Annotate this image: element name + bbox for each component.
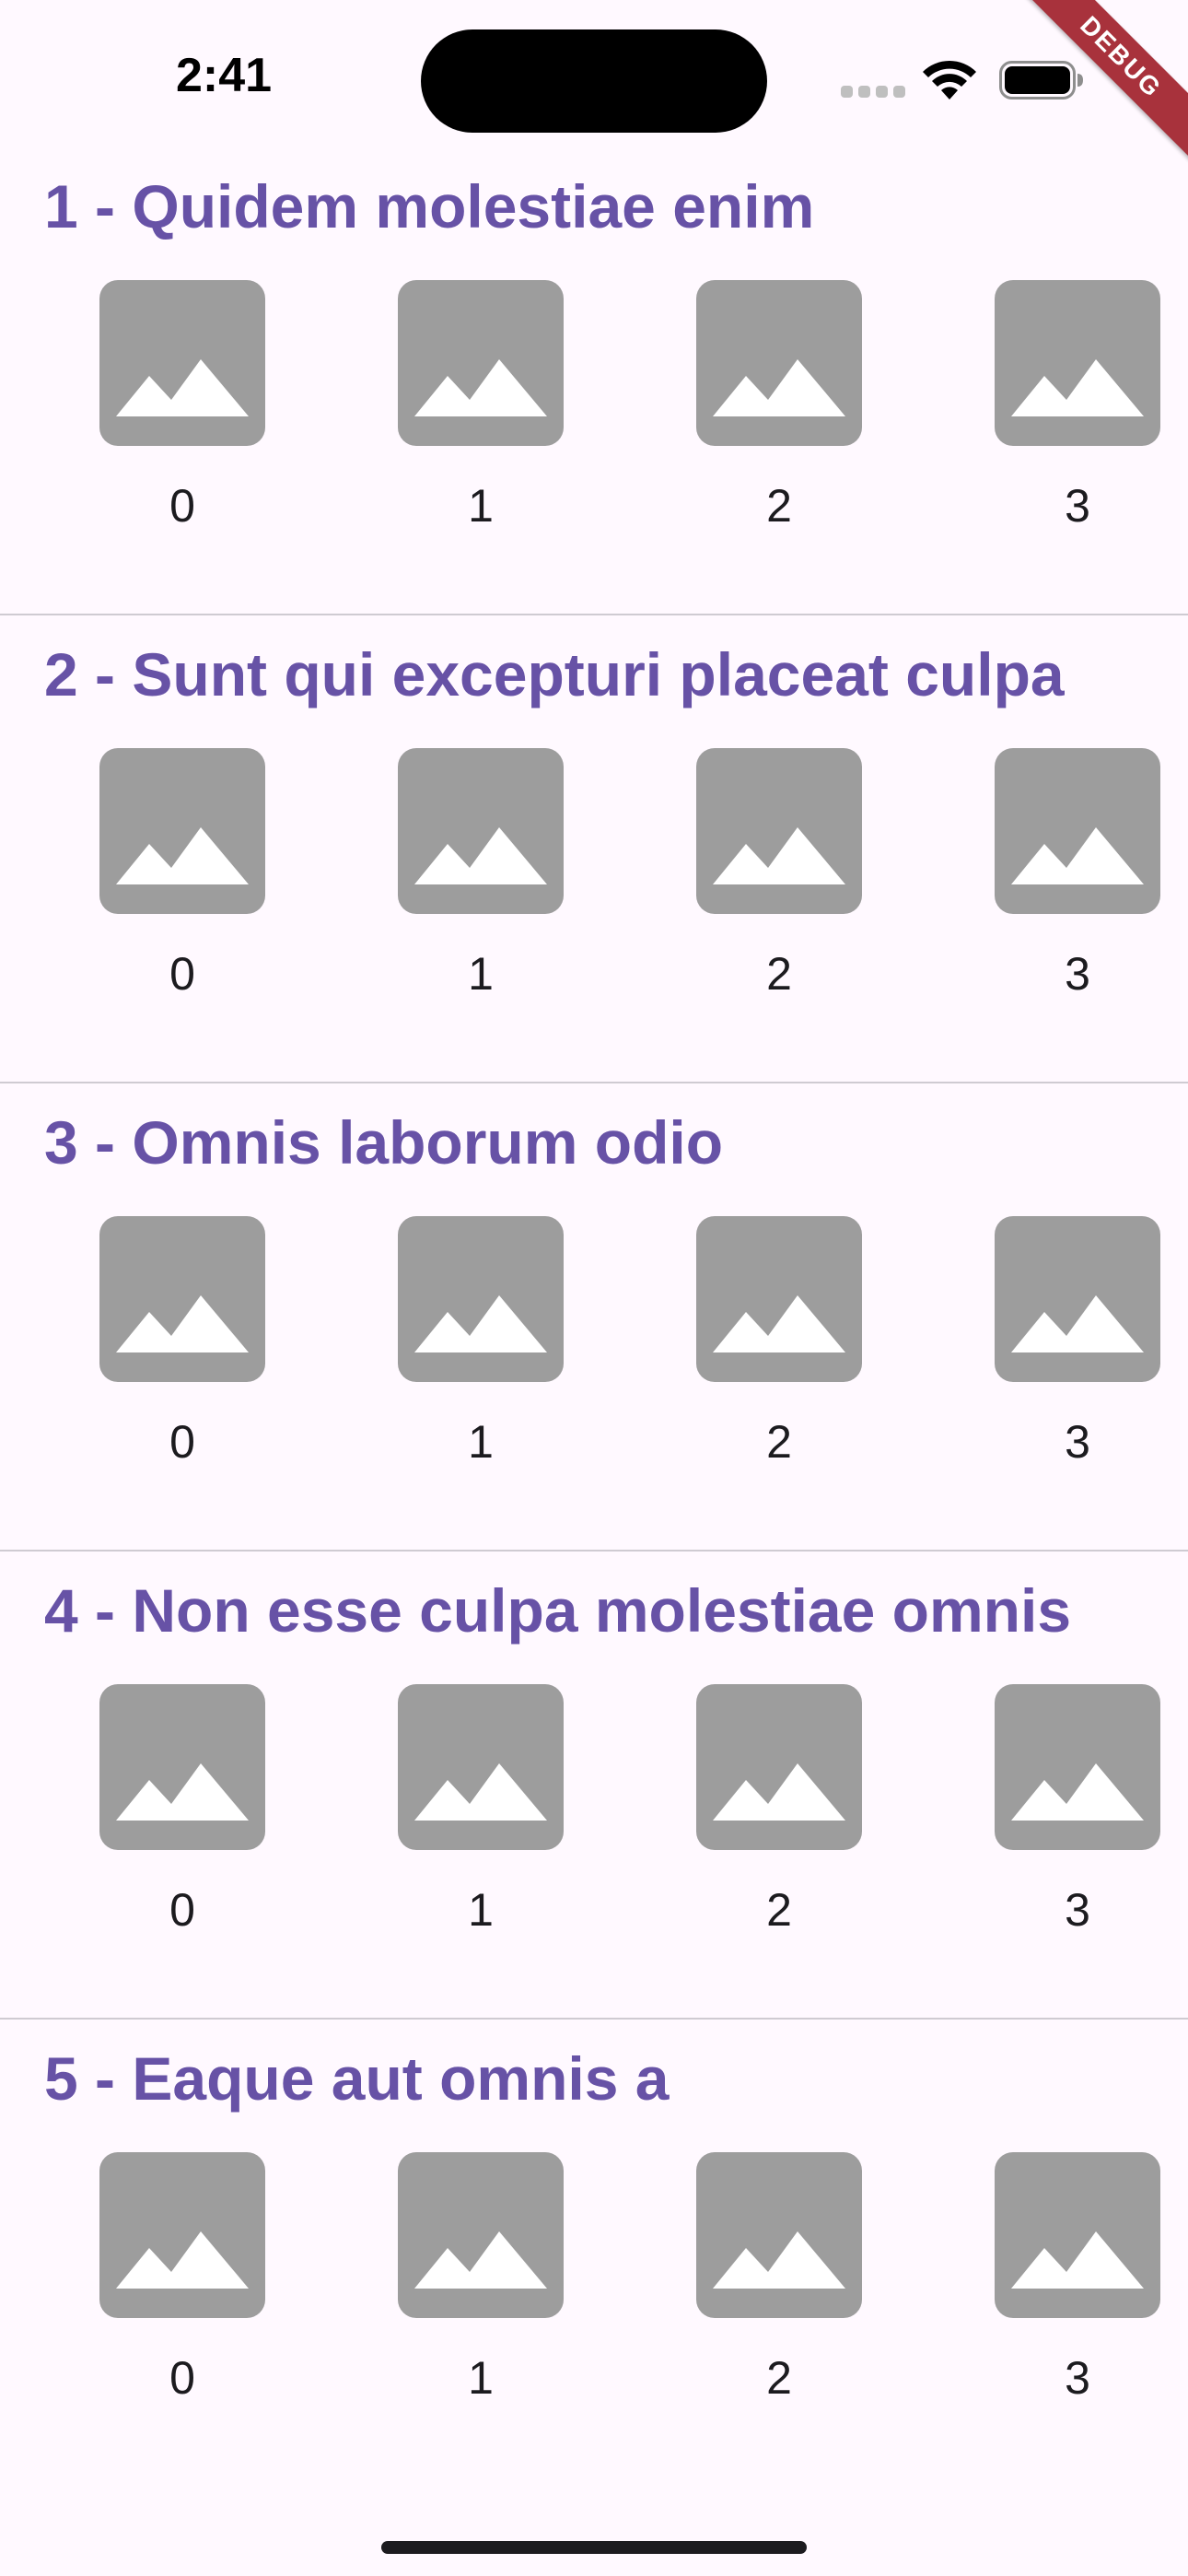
gallery-item[interactable]: 2 [696,1684,862,1937]
image-placeholder-icon[interactable] [995,280,1160,446]
section-title: 2 - Sunt qui excepturi placeat culpa [44,640,1065,708]
image-placeholder-icon[interactable] [99,2152,265,2318]
gallery-item-label: 0 [169,948,195,1000]
mountain-icon [1011,827,1144,884]
gallery-item[interactable]: 3 [995,280,1160,533]
mountain-icon [713,827,845,884]
wifi-icon [923,60,976,100]
image-placeholder-icon[interactable] [99,748,265,914]
gallery-item[interactable]: 1 [398,1216,564,1469]
gallery-item[interactable]: 3 [995,748,1160,1001]
mountain-icon [116,359,249,416]
gallery-item[interactable]: 2 [696,1216,862,1469]
image-placeholder-icon[interactable] [696,280,862,446]
mountain-icon [116,2231,249,2289]
section-3: 3 - Omnis laborum odio 0 1 2 3 [0,1083,1188,1551]
mountain-icon [1011,1763,1144,1821]
gallery-item-label: 1 [468,2352,494,2404]
dynamic-island [421,29,767,133]
gallery-item[interactable]: 3 [995,2152,1160,2405]
gallery-item[interactable]: 1 [398,2152,564,2405]
gallery-item-label: 2 [766,2352,792,2404]
mountain-icon [414,1763,547,1821]
gallery-item[interactable]: 3 [995,1216,1160,1469]
mountain-icon [116,827,249,884]
gallery-item[interactable]: 2 [696,280,862,533]
gallery-item[interactable]: 1 [398,280,564,533]
mountain-icon [414,1295,547,1352]
image-placeholder-icon[interactable] [398,748,564,914]
gallery-item[interactable]: 3 [995,1684,1160,1937]
section-2: 2 - Sunt qui excepturi placeat culpa 0 1 2 3 [0,615,1188,1083]
image-placeholder-icon[interactable] [398,2152,564,2318]
gallery-item-label: 3 [1065,948,1090,1000]
status-bar: 2:41 DEBUG [0,0,1188,161]
image-placeholder-icon[interactable] [398,1216,564,1382]
gallery-item[interactable]: 0 [99,748,265,1001]
image-placeholder-icon[interactable] [696,1216,862,1382]
image-placeholder-icon[interactable] [99,1684,265,1850]
gallery-item-label: 3 [1065,2352,1090,2404]
battery-icon [999,61,1083,100]
section-title: 4 - Non esse culpa molestiae omnis [44,1576,1072,1645]
image-placeholder-icon[interactable] [398,1684,564,1850]
mountain-icon [1011,1295,1144,1352]
image-placeholder-icon[interactable] [995,1684,1160,1850]
image-placeholder-icon[interactable] [995,748,1160,914]
section-title: 1 - Quidem molestiae enim [44,172,815,240]
gallery-item-label: 2 [766,1884,792,1936]
mountain-icon [1011,2231,1144,2289]
mountain-icon [713,1763,845,1821]
status-time: 2:41 [175,49,273,102]
gallery-item[interactable]: 1 [398,748,564,1001]
gallery-item-label: 1 [468,948,494,1000]
gallery-item-label: 0 [169,480,195,532]
mountain-icon [116,1763,249,1821]
gallery-item[interactable]: 0 [99,2152,265,2405]
mountain-icon [713,2231,845,2289]
gallery-item-label: 0 [169,1416,195,1468]
mountain-icon [1011,359,1144,416]
section-4: 4 - Non esse culpa molestiae omnis 0 1 2 3 [0,1551,1188,2020]
mountain-icon [713,1295,845,1352]
image-placeholder-icon[interactable] [995,2152,1160,2318]
section-title: 3 - Omnis laborum odio [44,1108,724,1177]
mountain-icon [713,359,845,416]
image-placeholder-icon[interactable] [398,280,564,446]
section-5: 5 - Eaque aut omnis a 0 1 2 3 [0,2020,1188,2488]
image-placeholder-icon[interactable] [696,2152,862,2318]
home-indicator[interactable] [381,2541,807,2554]
gallery-item-label: 0 [169,2352,195,2404]
gallery-item-label: 0 [169,1884,195,1936]
gallery-item-label: 1 [468,480,494,532]
image-placeholder-icon[interactable] [696,1684,862,1850]
cellular-signal-icon [841,86,905,99]
section-title: 5 - Eaque aut omnis a [44,2044,670,2113]
gallery-item[interactable]: 0 [99,280,265,533]
gallery-item-label: 3 [1065,480,1090,532]
section-list[interactable]: 1 - Quidem molestiae enim 0 1 2 3 2 - Sunt qu… [0,147,1188,2488]
image-placeholder-icon[interactable] [99,280,265,446]
section-1: 1 - Quidem molestiae enim 0 1 2 3 [0,147,1188,615]
gallery-item-label: 2 [766,1416,792,1468]
gallery-item-label: 1 [468,1884,494,1936]
image-placeholder-icon[interactable] [696,748,862,914]
gallery-item-label: 2 [766,480,792,532]
gallery-item[interactable]: 1 [398,1684,564,1937]
mountain-icon [414,827,547,884]
mountain-icon [116,1295,249,1352]
gallery-item[interactable]: 0 [99,1216,265,1469]
gallery-item[interactable]: 2 [696,2152,862,2405]
mountain-icon [414,2231,547,2289]
gallery-item-label: 2 [766,948,792,1000]
gallery-item-label: 3 [1065,1416,1090,1468]
mountain-icon [414,359,547,416]
gallery-item[interactable]: 0 [99,1684,265,1937]
gallery-item-label: 1 [468,1416,494,1468]
gallery-item[interactable]: 2 [696,748,862,1001]
image-placeholder-icon[interactable] [995,1216,1160,1382]
gallery-item-label: 3 [1065,1884,1090,1936]
image-placeholder-icon[interactable] [99,1216,265,1382]
